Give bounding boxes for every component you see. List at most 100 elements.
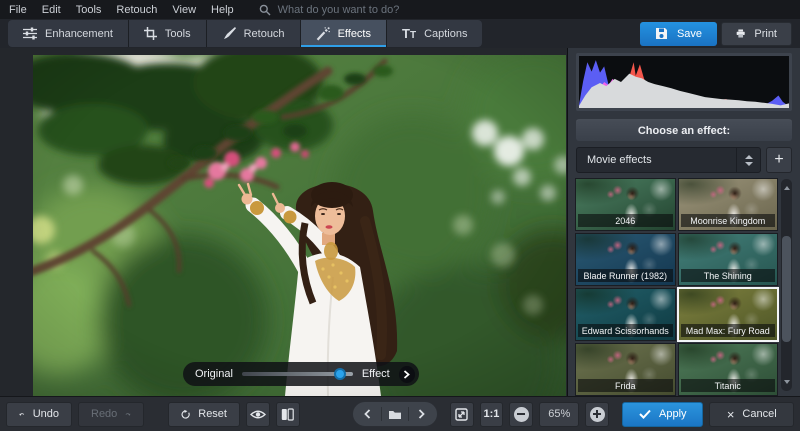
menu-item-file[interactable]: File	[9, 4, 27, 16]
cancel-label: Cancel	[742, 408, 776, 420]
main-area: Original Effect Choose an effect: Movie …	[0, 48, 800, 396]
magic-wand-icon	[316, 27, 330, 41]
photo-canvas: Original Effect	[0, 48, 567, 396]
undo-label: Undo	[33, 408, 59, 420]
effects-scrollbar[interactable]	[781, 179, 792, 391]
photo	[33, 55, 566, 396]
effect-name-label: Frida	[578, 379, 673, 392]
compare-original-label: Original	[195, 368, 233, 380]
effect-thumbnail[interactable]: Mad Max: Fury Road	[679, 289, 778, 340]
next-photo-button[interactable]	[413, 403, 431, 425]
histogram-frame	[576, 53, 792, 111]
effect-name-label: Mad Max: Fury Road	[681, 324, 776, 337]
menu-item-retouch[interactable]: Retouch	[116, 4, 157, 16]
tab-tools[interactable]: Tools	[129, 20, 206, 47]
scroll-down-button[interactable]	[781, 375, 792, 389]
file-navigation-group	[352, 401, 438, 427]
effect-thumbnail[interactable]: 2046	[576, 179, 675, 230]
fit-screen-icon	[455, 408, 468, 421]
tab-label: Retouch	[244, 28, 285, 40]
effect-thumbnail[interactable]: Moonrise Kingdom	[679, 179, 778, 230]
effect-name-label: 2046	[578, 214, 673, 227]
compare-track[interactable]	[242, 372, 353, 376]
effect-name-label: Blade Runner (1982)	[578, 269, 673, 282]
dropdown-spinner[interactable]	[736, 148, 760, 172]
show-original-button[interactable]	[246, 402, 270, 427]
redo-icon	[125, 409, 131, 420]
menu-item-view[interactable]: View	[172, 4, 196, 16]
zoom-level-value: 65%	[539, 402, 579, 427]
save-label: Save	[677, 28, 702, 40]
tab-retouch[interactable]: Retouch	[207, 20, 300, 47]
tab-enhancement[interactable]: Enhancement	[8, 20, 128, 47]
effect-thumbnail[interactable]: The Shining	[679, 234, 778, 285]
save-button[interactable]: Save	[640, 22, 717, 46]
effect-name-label: Titanic	[681, 379, 776, 392]
next-effect-button[interactable]	[399, 366, 415, 383]
close-icon: ×	[727, 407, 735, 422]
compare-slider: Original Effect	[183, 362, 419, 386]
redo-button[interactable]: Redo	[78, 402, 144, 427]
tab-bar: Enhancement Tools Retouch Effects TT Cap…	[0, 19, 800, 48]
compare-thumb[interactable]	[334, 368, 346, 380]
text-icon: TT	[402, 26, 416, 41]
effect-thumbnail[interactable]: Edward Scissorhands	[576, 289, 675, 340]
menu-items: File Edit Tools Retouch View Help	[9, 4, 234, 16]
effect-category-dropdown[interactable]: Movie effects	[576, 147, 761, 173]
scroll-up-button[interactable]	[781, 181, 792, 195]
tab-captions[interactable]: TT Captions	[387, 20, 482, 47]
tab-group: Enhancement Tools Retouch Effects TT Cap…	[8, 20, 482, 47]
effect-thumbnail[interactable]: Blade Runner (1982)	[576, 234, 675, 285]
histogram-svg	[579, 56, 789, 108]
tab-label: Effects	[338, 28, 371, 40]
scrollbar-thumb[interactable]	[782, 236, 791, 342]
tab-label: Captions	[424, 28, 467, 40]
choose-effect-header: Choose an effect:	[576, 119, 792, 141]
compare-effect-label: Effect	[362, 368, 390, 380]
effect-thumbnail[interactable]: Frida	[576, 344, 675, 395]
bottom-toolbar: Undo Redo Reset 1:1 65% Apply ×	[0, 396, 800, 431]
save-icon	[655, 27, 668, 40]
undo-button[interactable]: Undo	[6, 402, 72, 427]
tab-label: Enhancement	[45, 28, 113, 40]
crop-icon	[144, 27, 157, 40]
effect-thumbnail[interactable]: Titanic	[679, 344, 778, 395]
zoom-in-button[interactable]	[585, 402, 609, 427]
brush-icon	[222, 27, 236, 40]
minus-icon	[514, 407, 529, 422]
effect-category-value: Movie effects	[587, 154, 652, 166]
zoom-out-button[interactable]	[509, 402, 533, 427]
tab-label: Tools	[165, 28, 191, 40]
search-placeholder: What do you want to do?	[278, 4, 400, 16]
apply-button[interactable]: Apply	[622, 402, 703, 427]
menu-item-help[interactable]: Help	[211, 4, 234, 16]
before-after-view-button[interactable]	[276, 402, 300, 427]
print-icon	[736, 27, 745, 40]
open-folder-button[interactable]	[386, 403, 404, 425]
redo-label: Redo	[91, 408, 117, 420]
cancel-button[interactable]: × Cancel	[709, 402, 794, 427]
previous-photo-button[interactable]	[359, 403, 377, 425]
tab-effects[interactable]: Effects	[301, 20, 386, 47]
fit-to-screen-button[interactable]	[450, 402, 474, 427]
print-button[interactable]: Print	[721, 22, 792, 46]
sliders-icon	[23, 27, 37, 40]
search-icon	[259, 4, 271, 16]
chevron-right-icon	[403, 370, 410, 379]
check-icon	[639, 409, 651, 419]
menu-item-edit[interactable]: Edit	[42, 4, 61, 16]
caret-down-icon	[745, 162, 753, 166]
effect-name-label: Edward Scissorhands	[578, 324, 673, 337]
menu-item-tools[interactable]: Tools	[76, 4, 102, 16]
split-view-icon	[281, 408, 294, 421]
search-input[interactable]: What do you want to do?	[259, 4, 400, 16]
folder-icon	[388, 409, 402, 420]
chevron-left-icon	[364, 409, 371, 419]
add-effect-button[interactable]: +	[766, 147, 792, 173]
eye-icon	[250, 409, 266, 420]
reset-button[interactable]: Reset	[168, 402, 240, 427]
chevron-right-icon	[418, 409, 425, 419]
effects-panel: Choose an effect: Movie effects + 2046 Mo…	[567, 48, 800, 396]
actual-size-button[interactable]: 1:1	[480, 402, 504, 427]
print-label: Print	[754, 28, 777, 40]
